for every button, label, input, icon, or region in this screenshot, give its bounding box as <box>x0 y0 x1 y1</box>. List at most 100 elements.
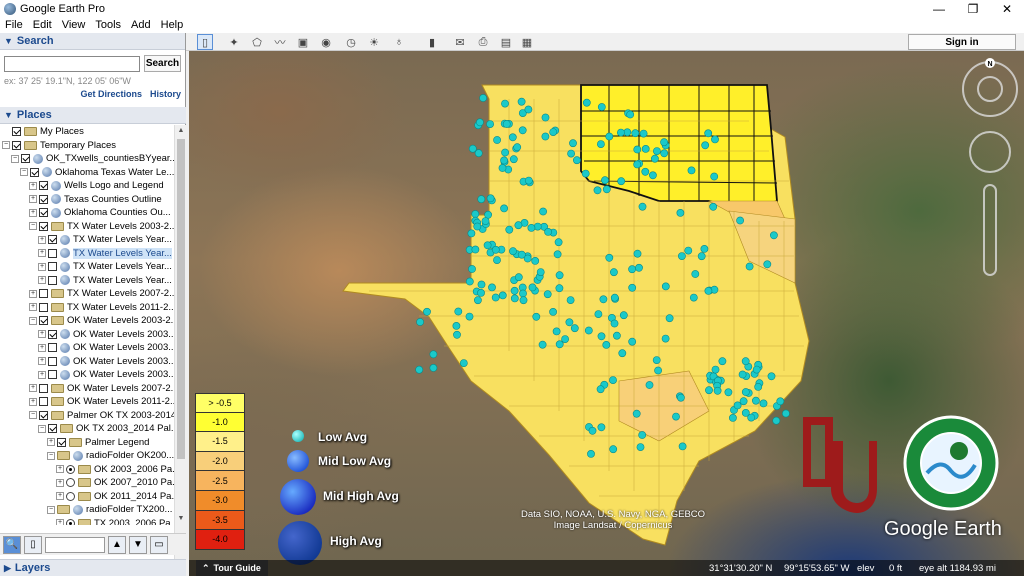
expand-icon[interactable]: + <box>29 384 37 393</box>
visibility-checkbox[interactable] <box>39 181 48 191</box>
well-marker[interactable] <box>473 222 482 231</box>
radio-button[interactable] <box>66 478 75 488</box>
well-marker[interactable] <box>754 382 763 391</box>
tree-item[interactable]: + TX 2003_2006 Pa... <box>0 517 174 525</box>
tree-item[interactable]: + OK Water Levels 2011-2... <box>0 395 174 409</box>
well-marker[interactable] <box>639 129 648 138</box>
radio-folder-icon[interactable] <box>57 451 70 461</box>
well-marker[interactable] <box>594 310 603 318</box>
tree-item[interactable]: + OK Water Levels 2003... <box>0 328 174 342</box>
tour-guide-button[interactable]: ⌃ Tour Guide <box>196 560 268 576</box>
well-marker[interactable] <box>491 293 500 302</box>
expand-icon[interactable]: + <box>56 519 64 525</box>
radio-button[interactable] <box>66 464 75 474</box>
tree-item[interactable]: − radioFolder TX200... <box>0 503 174 517</box>
visibility-checkbox[interactable] <box>39 221 48 231</box>
sidebar-toggle-icon[interactable]: ▯ <box>197 34 213 50</box>
well-marker[interactable] <box>528 283 537 292</box>
well-marker[interactable] <box>610 319 619 328</box>
tree-item[interactable]: − OK TX 2003_2014 Pal... <box>0 422 174 436</box>
tree-item[interactable]: + OK 2007_2010 Pa... <box>0 476 174 490</box>
visibility-checkbox[interactable] <box>48 356 57 366</box>
history-link[interactable]: History <box>150 89 181 99</box>
radio-folder-icon[interactable] <box>57 505 70 515</box>
collapse-icon[interactable]: − <box>2 141 10 150</box>
well-marker[interactable] <box>465 277 474 286</box>
search-button[interactable]: Search <box>144 55 181 72</box>
expand-icon[interactable]: + <box>38 370 46 379</box>
well-marker[interactable] <box>661 282 670 291</box>
historical-imagery-icon[interactable]: ◷ <box>343 34 359 50</box>
well-marker[interactable] <box>510 286 519 295</box>
well-marker[interactable] <box>532 312 541 321</box>
well-marker[interactable] <box>609 445 618 454</box>
well-marker[interactable] <box>471 245 480 254</box>
tree-item[interactable]: My Places <box>0 125 174 139</box>
well-marker[interactable] <box>612 331 621 340</box>
well-marker[interactable] <box>689 293 698 302</box>
well-marker[interactable] <box>729 413 737 422</box>
well-marker[interactable] <box>601 176 609 185</box>
well-marker[interactable] <box>582 98 591 107</box>
well-marker[interactable] <box>552 327 561 336</box>
well-marker[interactable] <box>676 393 685 402</box>
well-marker[interactable] <box>549 307 557 316</box>
expand-icon[interactable]: + <box>56 465 64 474</box>
well-marker[interactable] <box>477 195 486 204</box>
tree-item[interactable]: + TX Water Levels Year... <box>0 274 174 288</box>
visibility-checkbox[interactable] <box>48 235 57 245</box>
well-marker[interactable] <box>687 166 696 175</box>
well-marker[interactable] <box>654 366 662 375</box>
expand-icon[interactable]: + <box>29 289 37 298</box>
well-marker[interactable] <box>628 337 637 346</box>
tree-item[interactable]: − Temporary Places <box>0 139 174 153</box>
well-marker[interactable] <box>619 311 628 320</box>
panel-toggle-icon[interactable]: ▯ <box>24 535 42 554</box>
tree-item[interactable]: + OK Water Levels 2003... <box>0 341 174 355</box>
search-input[interactable] <box>4 55 140 72</box>
collapse-icon[interactable]: − <box>29 222 37 231</box>
well-marker[interactable] <box>633 160 642 169</box>
well-marker[interactable] <box>533 222 542 231</box>
visibility-checkbox[interactable] <box>39 208 48 218</box>
well-marker[interactable] <box>541 132 550 141</box>
well-marker[interactable] <box>501 99 509 108</box>
radio-button[interactable] <box>66 518 75 525</box>
well-marker[interactable] <box>493 136 501 144</box>
scroll-up-icon[interactable]: ▲ <box>175 125 187 137</box>
well-marker[interactable] <box>676 208 685 217</box>
well-marker[interactable] <box>500 156 508 165</box>
well-marker[interactable] <box>454 307 463 316</box>
well-marker[interactable] <box>691 270 700 278</box>
well-marker[interactable] <box>628 283 637 292</box>
tree-item[interactable]: − Oklahoma Texas Water Le... <box>0 166 174 180</box>
well-marker[interactable] <box>596 385 605 394</box>
well-marker[interactable] <box>602 185 611 194</box>
add-overlay-icon[interactable]: ▣ <box>295 34 311 50</box>
visibility-checkbox[interactable] <box>39 316 48 326</box>
well-marker[interactable] <box>502 120 511 128</box>
well-marker[interactable] <box>711 135 719 144</box>
sign-in-button[interactable]: Sign in <box>908 34 1016 50</box>
well-marker[interactable] <box>553 250 562 259</box>
well-marker[interactable] <box>555 284 564 293</box>
well-marker[interactable] <box>467 229 476 238</box>
well-marker[interactable] <box>704 129 713 138</box>
well-marker[interactable] <box>538 340 547 349</box>
tree-item[interactable]: + TX Water Levels Year... <box>0 233 174 247</box>
visibility-checkbox[interactable] <box>39 383 48 393</box>
well-marker[interactable] <box>539 207 547 216</box>
expand-icon[interactable]: + <box>38 330 46 339</box>
well-marker[interactable] <box>514 221 523 230</box>
well-marker[interactable] <box>468 265 476 273</box>
tree-item[interactable]: + TX Water Levels 2007-2... <box>0 287 174 301</box>
well-marker[interactable] <box>633 249 642 258</box>
well-marker[interactable] <box>752 396 760 405</box>
tree-item[interactable]: − radioFolder OK200... <box>0 449 174 463</box>
view-in-maps-icon[interactable]: ▦ <box>519 34 535 50</box>
places-panel-header[interactable]: ▼ Places <box>0 107 186 124</box>
well-marker[interactable] <box>609 268 618 277</box>
collapse-icon[interactable]: − <box>20 168 28 177</box>
visibility-checkbox[interactable] <box>12 140 21 150</box>
visibility-checkbox[interactable] <box>48 424 57 434</box>
